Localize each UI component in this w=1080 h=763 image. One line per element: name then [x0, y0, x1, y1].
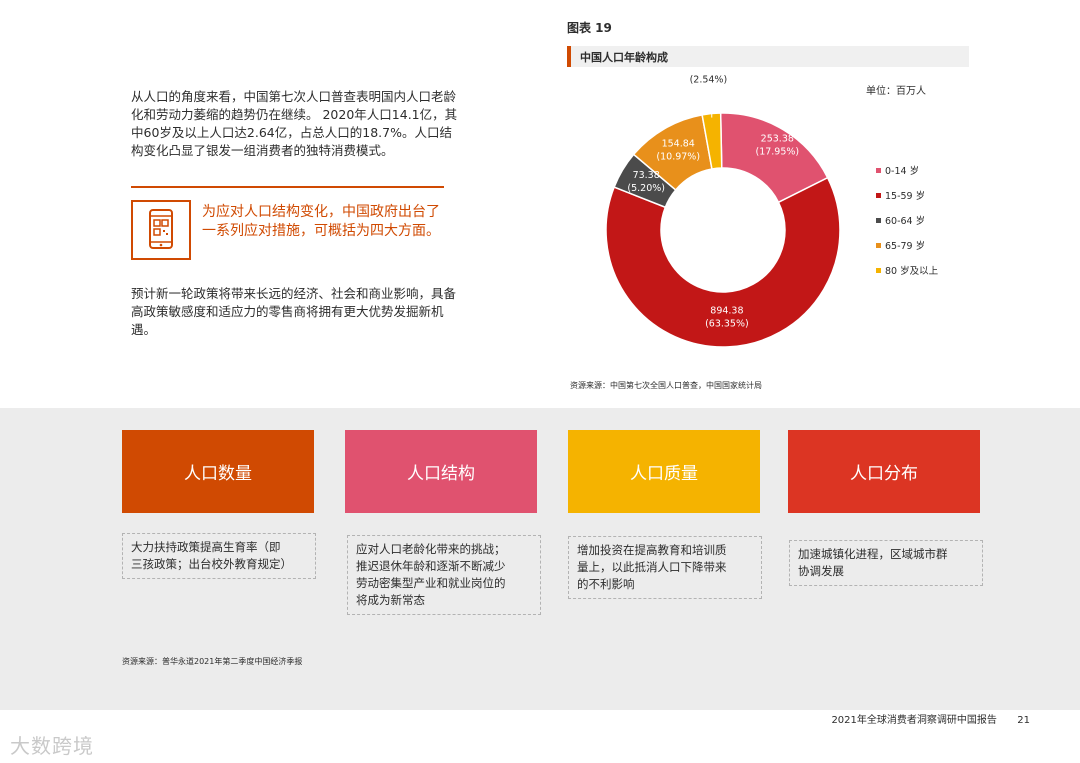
- card-population-structure: 人口结构: [345, 430, 537, 513]
- legend-swatch: [876, 243, 881, 248]
- note-line: 加速城镇化进程，区域城市群: [798, 547, 948, 561]
- card-title: 人口分布: [850, 464, 918, 484]
- note-line: 协调发展: [798, 564, 844, 578]
- note-line: 的不利影响: [577, 577, 635, 591]
- slice-value-label: 154.84: [662, 139, 695, 150]
- band-source: 资源来源：普华永道2021年第二季度中国经济季报: [122, 657, 303, 666]
- note-line: 将成为新常态: [356, 593, 425, 607]
- legend-swatch: [876, 193, 881, 198]
- legend-label: 65-79 岁: [885, 240, 925, 252]
- slice-value-label: 253.38: [761, 133, 794, 144]
- slice-percent-label: (17.95%): [755, 146, 799, 157]
- card-population-distribution: 人口分布: [788, 430, 980, 513]
- intro-paragraph: 从人口的角度来看，中国第七次人口普查表明国内人口老龄化和劳动力萎缩的趋势仍在继续…: [131, 89, 458, 158]
- note-line: 三孩政策；出台校外教育规定）: [131, 557, 292, 571]
- card-title: 人口质量: [630, 464, 698, 484]
- chart-title: 中国人口年龄构成: [580, 51, 668, 64]
- note-population-quality: 增加投资在提高教育和培训质 量上，以此抵消人口下降带来 的不利影响: [568, 536, 762, 599]
- legend-label: 60-64 岁: [885, 215, 925, 227]
- note-line: 大力扶持政策提高生育率（即: [131, 540, 281, 554]
- legend-label: 80 岁及以上: [885, 265, 939, 277]
- chart-title-accent: [567, 46, 571, 67]
- watermark: 大数跨境: [10, 734, 94, 758]
- figure-number: 图表 19: [567, 21, 612, 35]
- page-footer: 2021年全球消费者洞察调研中国报告 21: [831, 711, 1030, 726]
- note-line: 劳动密集型产业和就业岗位的: [356, 576, 506, 590]
- legend-swatch: [876, 218, 881, 223]
- note-population-structure: 应对人口老龄化带来的挑战； 推迟退休年龄和逐渐不断减少 劳动密集型产业和就业岗位…: [347, 535, 541, 615]
- card-population-size: 人口数量: [122, 430, 314, 513]
- legend-label: 0-14 岁: [885, 165, 919, 177]
- callout-text: 为应对人口结构变化，中国政府出台了一系列应对措施，可概括为四大方面。: [202, 204, 440, 239]
- slice-value-label: 73.38: [633, 170, 660, 181]
- legend-label: 15-59 岁: [885, 190, 925, 202]
- donut-chart: 253.38 (17.95%) 894.38 (63.35%) 73.38 (5.20%)…: [605, 70, 939, 348]
- chart-source: 资源来源：中国第七次全国人口普查，中国国家统计局: [570, 381, 762, 390]
- slice-value-label: 35.80: [695, 70, 722, 73]
- note-population-distribution: 加速城镇化进程，区域城市群 协调发展: [789, 540, 983, 586]
- phone-icon: [131, 200, 191, 260]
- legend-swatch: [876, 168, 881, 173]
- note-population-size: 大力扶持政策提高生育率（即 三孩政策；出台校外教育规定）: [122, 533, 316, 579]
- note-line: 应对人口老龄化带来的挑战；: [356, 542, 506, 556]
- outro-paragraph: 预计新一轮政策将带来长远的经济、社会和商业影响，具备高政策敏感度和适应力的零售商…: [131, 286, 457, 337]
- slice-value-label: 894.38: [710, 305, 743, 316]
- note-line: 量上，以此抵消人口下降带来: [577, 560, 727, 574]
- card-title: 人口结构: [407, 464, 475, 484]
- slice-percent-label: (63.35%): [705, 318, 749, 329]
- report-name: 2021年全球消费者洞察调研中国报告: [831, 715, 997, 726]
- card-population-quality: 人口质量: [568, 430, 760, 513]
- slice-percent-label: (5.20%): [627, 183, 665, 194]
- slice-percent-label: (2.54%): [690, 75, 728, 86]
- note-line: 推迟退休年龄和逐渐不断减少: [356, 559, 506, 573]
- slice-percent-label: (10.97%): [656, 152, 700, 163]
- card-title: 人口数量: [184, 464, 252, 484]
- note-line: 增加投资在提高教育和培训质: [577, 543, 727, 557]
- page-number: 21: [1017, 715, 1030, 726]
- legend-swatch: [876, 268, 881, 273]
- divider: [131, 186, 444, 188]
